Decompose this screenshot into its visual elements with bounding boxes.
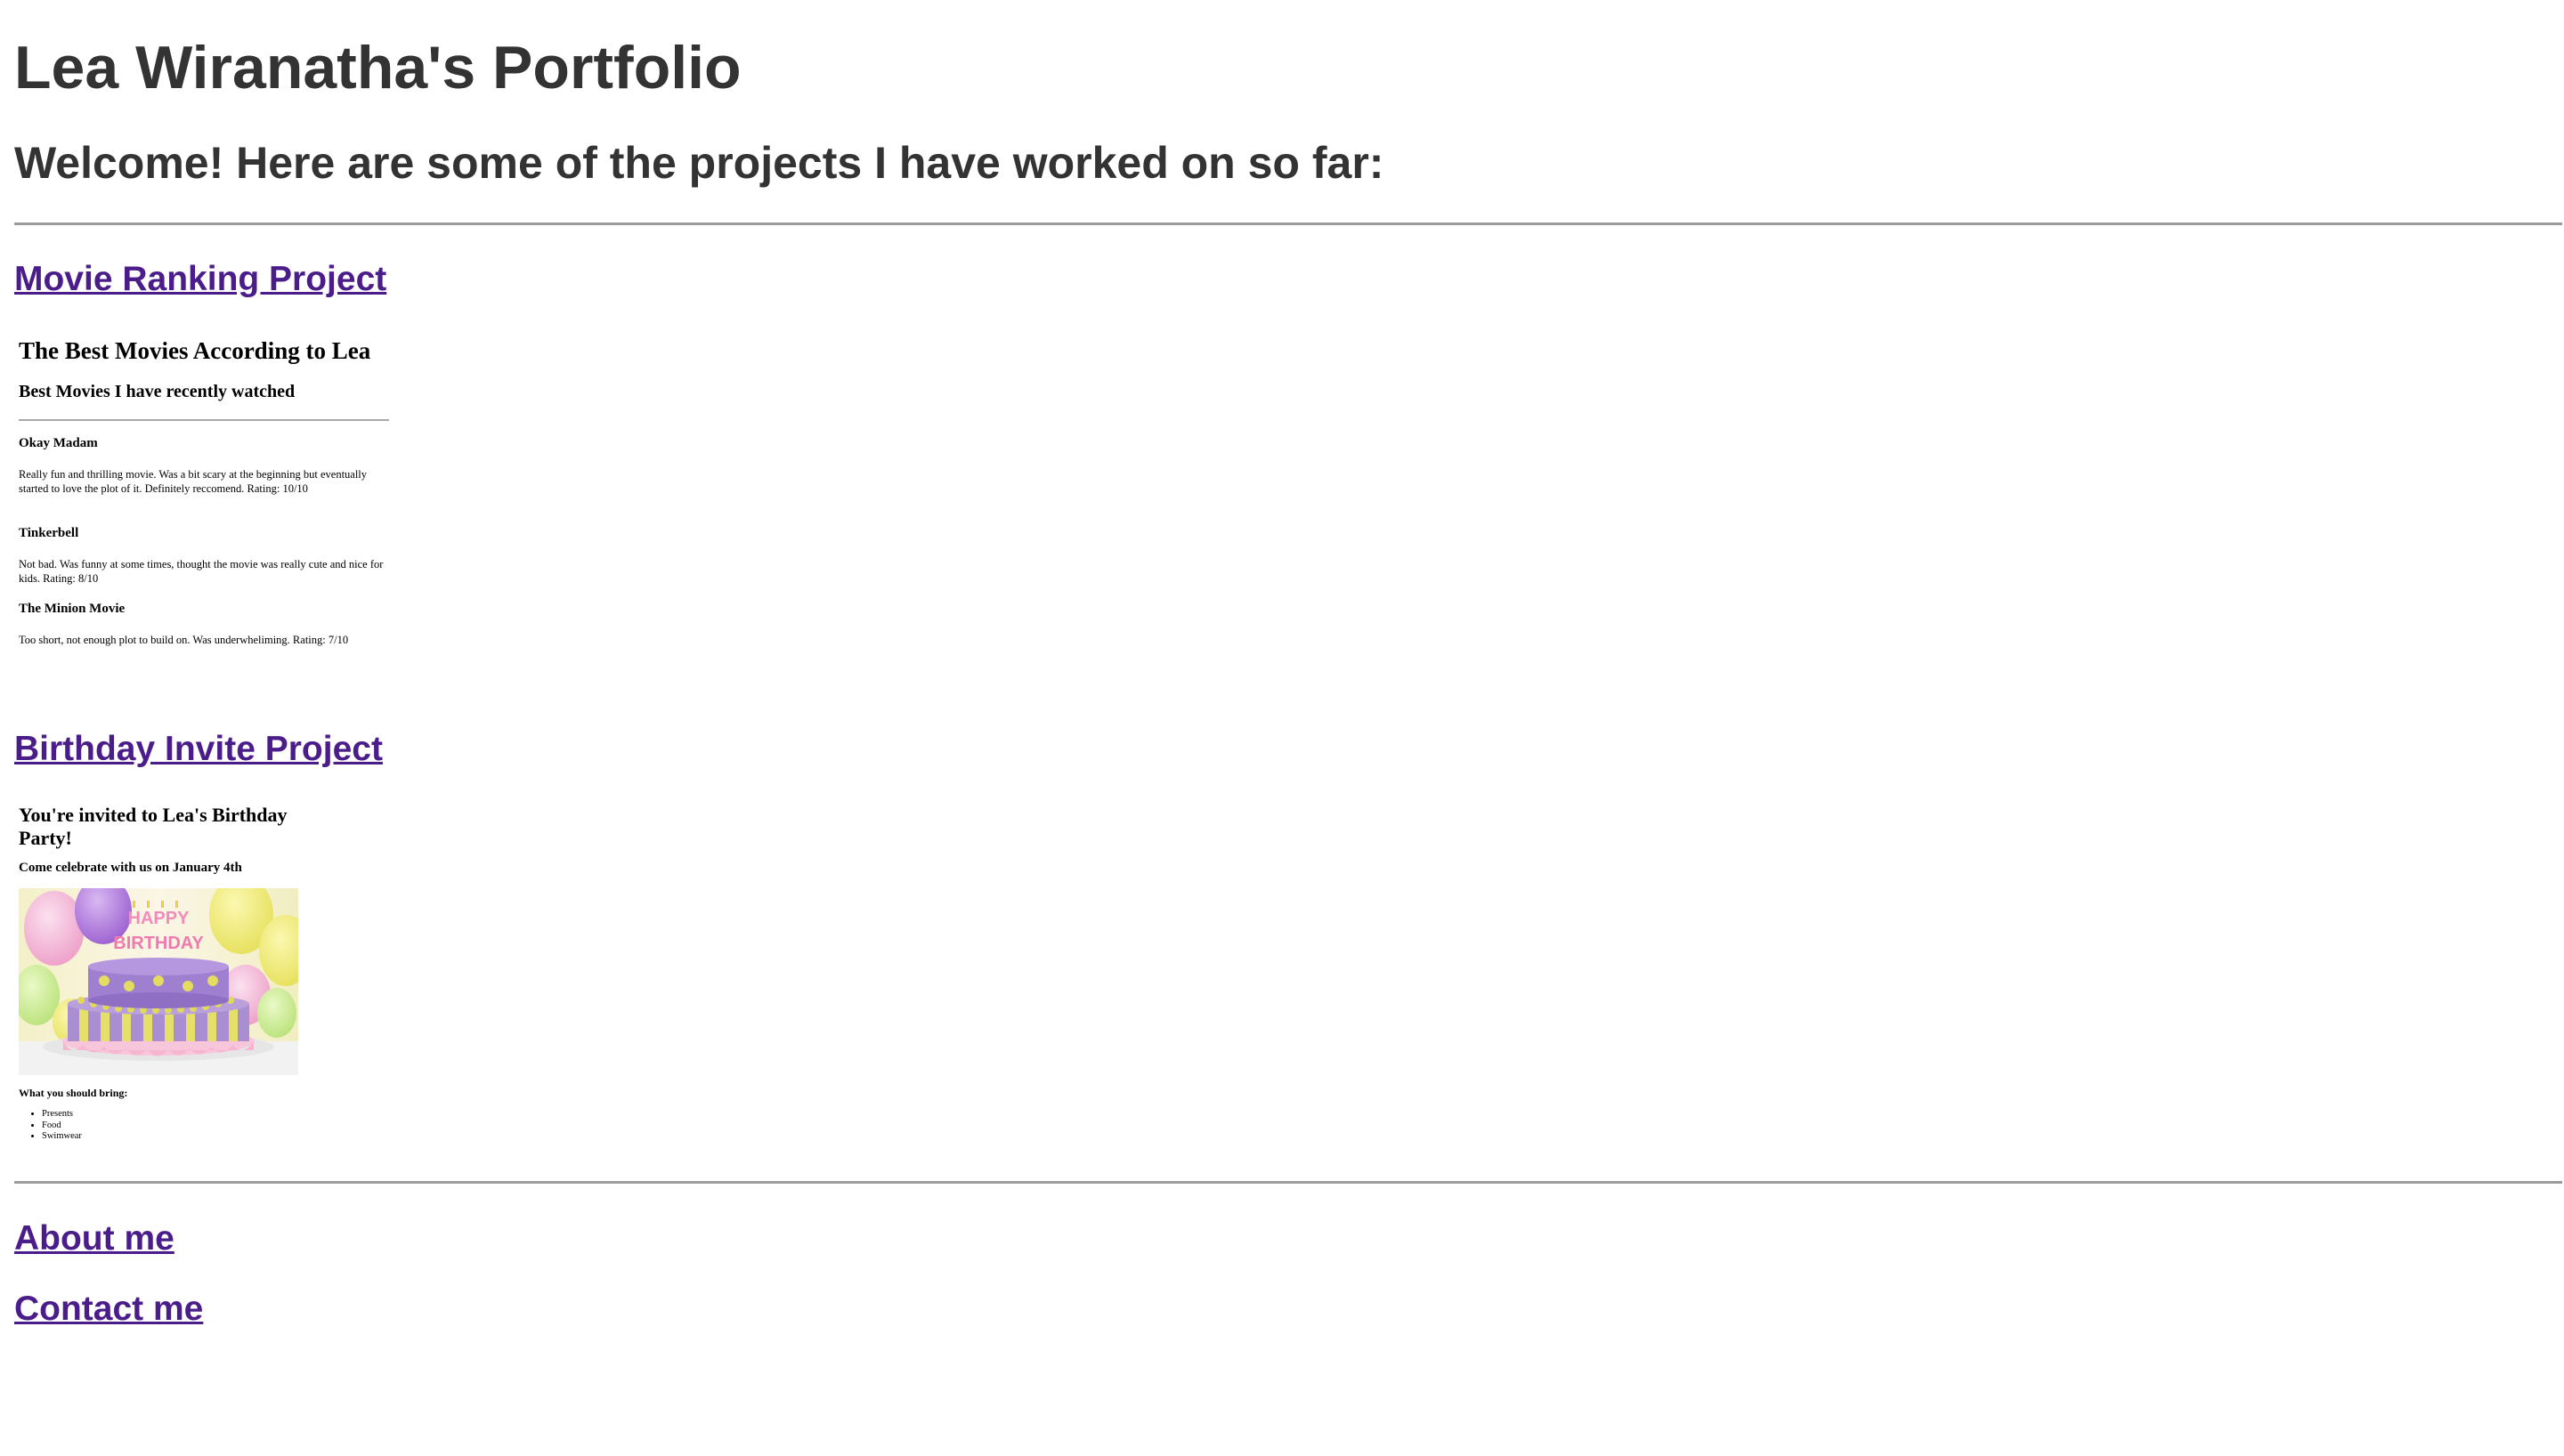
movie-name: Tinkerbell xyxy=(19,526,79,540)
birthday-invite-project-link[interactable]: Birthday Invite Project xyxy=(14,728,383,771)
divider-top xyxy=(14,222,2562,225)
cake-text-top: HAPPY xyxy=(128,909,191,928)
movie-ranking-project-link[interactable]: Movie Ranking Project xyxy=(14,258,386,301)
movie-preview-subtitle: Best Movies I have recently watched xyxy=(19,382,296,401)
contact-me-link[interactable]: Contact me xyxy=(14,1288,203,1331)
welcome-heading: Welcome! Here are some of the projects I… xyxy=(14,138,1384,188)
movie-preview-divider xyxy=(19,419,389,421)
page-title: Lea Wiranatha's Portfolio xyxy=(14,34,742,101)
birthday-cake-image: HAPPY BIRTHDAY xyxy=(19,888,298,1075)
bring-label: What you should bring: xyxy=(19,1087,128,1099)
cake-text-bottom: BIRTHDAY xyxy=(113,934,204,953)
birthday-preview-title: You're invited to Lea's Birthday Party! xyxy=(19,804,288,849)
list-item: Swimwear xyxy=(42,1131,82,1143)
birthday-preview-subtitle: Come celebrate with us on January 4th xyxy=(19,861,242,875)
bring-list: Presents Food Swimwear xyxy=(19,1109,82,1143)
movie-review: Really fun and thrilling movie. Was a bi… xyxy=(19,468,368,495)
movie-review: Not bad. Was funny at some times, though… xyxy=(19,558,384,585)
divider-bottom xyxy=(14,1181,2562,1184)
list-item: Food xyxy=(42,1120,82,1132)
movie-name: Okay Madam xyxy=(19,436,98,450)
about-me-link[interactable]: About me xyxy=(14,1217,174,1260)
movie-review: Too short, not enough plot to build on. … xyxy=(19,634,349,646)
movie-preview-title: The Best Movies According to Lea xyxy=(19,337,371,364)
movie-name: The Minion Movie xyxy=(19,602,126,616)
list-item: Presents xyxy=(42,1109,82,1120)
